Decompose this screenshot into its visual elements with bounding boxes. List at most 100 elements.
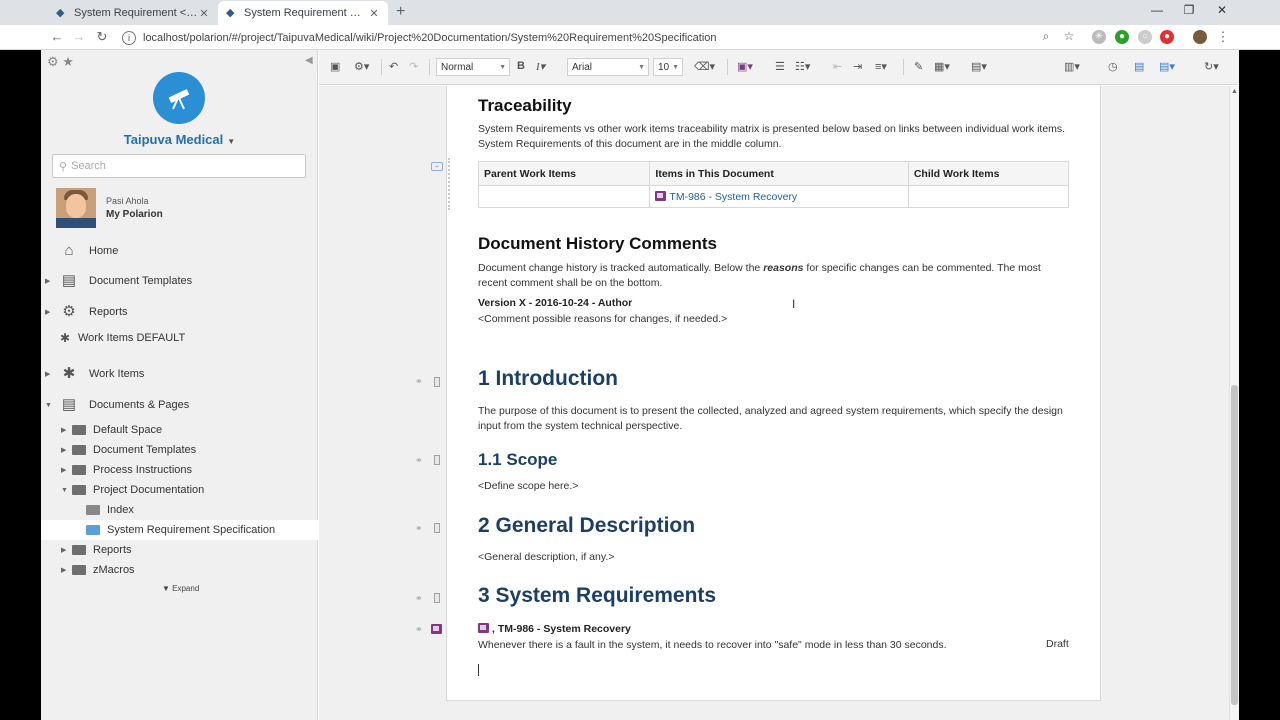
- block-marker[interactable]: [434, 377, 440, 387]
- bold-icon[interactable]: B: [517, 60, 525, 72]
- extension-icon[interactable]: ●: [1160, 30, 1174, 44]
- minimize-icon[interactable]: —: [1142, 3, 1172, 17]
- work-item-icon[interactable]: ▣▾: [737, 60, 753, 73]
- collapse-sidebar-icon[interactable]: ◀: [305, 55, 313, 66]
- user-panel[interactable]: Pasi Ahola My Polarion: [56, 188, 306, 230]
- bookmark-star-icon[interactable]: ☆: [1060, 29, 1078, 43]
- introduction-heading: 1 Introduction: [478, 367, 618, 390]
- eraser-icon[interactable]: ⌫▾: [694, 60, 715, 73]
- insert-image-icon[interactable]: ▦▾: [934, 60, 950, 73]
- project-logo[interactable]: [153, 72, 205, 124]
- outdent-icon[interactable]: ⇤: [833, 60, 842, 73]
- numbered-list-icon[interactable]: ☰: [775, 60, 785, 73]
- font-family-select[interactable]: Arial ▼: [567, 58, 649, 76]
- close-tab-icon[interactable]: ✕: [368, 7, 380, 20]
- folder-icon: [72, 425, 86, 435]
- gear-icon[interactable]: ⚙▾: [354, 60, 369, 73]
- work-item-icon[interactable]: [431, 624, 442, 634]
- block-marker[interactable]: [434, 593, 440, 603]
- history-icon[interactable]: ◷: [1108, 60, 1118, 73]
- settings-icon[interactable]: ⚙ ★: [47, 54, 74, 70]
- bullet-list-icon[interactable]: ☷▾: [795, 60, 810, 73]
- collapse-arrow-icon[interactable]: ▼: [45, 402, 52, 409]
- nav-label: Reports: [89, 306, 128, 318]
- nav-document-templates[interactable]: ▶ ▤ Document Templates: [41, 269, 318, 293]
- folder-icon: [72, 485, 86, 495]
- block-marker[interactable]: [434, 455, 440, 465]
- align-icon[interactable]: ≡▾: [875, 60, 887, 73]
- my-polarion-link[interactable]: My Polarion: [106, 209, 163, 220]
- link-icon[interactable]: ⚭: [415, 523, 423, 534]
- profile-avatar[interactable]: [1193, 30, 1207, 44]
- forward-icon[interactable]: →: [70, 29, 88, 44]
- save-icon[interactable]: ▣: [330, 60, 340, 73]
- link-icon[interactable]: ⚭: [415, 455, 423, 466]
- block-handle[interactable]: [448, 158, 452, 210]
- extension-icon[interactable]: ✳: [1092, 30, 1106, 44]
- italic-icon[interactable]: I▾: [536, 60, 545, 73]
- block-marker[interactable]: [434, 523, 440, 533]
- comment-icon[interactable]: ✎: [914, 60, 923, 73]
- close-window-icon[interactable]: ✕: [1207, 3, 1237, 17]
- nav-reports[interactable]: ▶ ⚙ Reports: [41, 300, 318, 324]
- project-name[interactable]: Taipuva Medical ▼: [41, 132, 318, 147]
- expand-arrow-icon[interactable]: ▶: [61, 466, 66, 474]
- expand-arrow-icon[interactable]: ▶: [45, 370, 50, 378]
- layout-icon[interactable]: ▥▾: [1064, 60, 1080, 73]
- table-icon[interactable]: ▤▾: [971, 60, 987, 73]
- nav-work-items-default[interactable]: ✱ Work Items DEFAULT: [41, 326, 318, 350]
- extension-icon[interactable]: ●: [1115, 30, 1129, 44]
- expand-chip-icon[interactable]: ⇔: [431, 162, 443, 171]
- document-icon: [86, 525, 100, 535]
- sidebar-toggle-icon[interactable]: ▤▾: [1159, 60, 1175, 73]
- close-tab-icon[interactable]: ✕: [198, 7, 210, 20]
- restore-icon[interactable]: ❐: [1174, 3, 1204, 17]
- expand-arrow-icon[interactable]: ▶: [45, 308, 50, 316]
- tree-item-zmacros[interactable]: ▶ zMacros: [41, 560, 318, 580]
- scrollbar-thumb[interactable]: [1231, 385, 1238, 705]
- tree-item-default-space[interactable]: ▶ Default Space: [41, 420, 318, 440]
- link-icon[interactable]: ⚭: [415, 593, 423, 604]
- url-field[interactable]: i localhost/polarion/#/project/TaipuvaMe…: [122, 28, 1082, 47]
- redo-icon[interactable]: ↷: [409, 60, 418, 73]
- tree-item-index[interactable]: Index: [41, 500, 318, 520]
- paragraph-style-select[interactable]: Normal ▼: [436, 58, 510, 76]
- nav-documents-and-pages[interactable]: ▼ ▤ Documents & Pages: [41, 393, 318, 417]
- indent-icon[interactable]: ⇥: [853, 60, 862, 73]
- new-tab-icon[interactable]: +: [396, 3, 405, 21]
- font-size-select[interactable]: 10 ▼: [653, 58, 683, 76]
- link-icon[interactable]: ⚭: [415, 624, 423, 635]
- browser-tab-specification[interactable]: ◆ System Requirement Specificatio... ✕: [218, 1, 388, 25]
- undo-icon[interactable]: ↶: [389, 60, 398, 73]
- extension-icon[interactable]: ○: [1138, 30, 1152, 44]
- expand-arrow-icon[interactable]: ▶: [61, 426, 66, 434]
- expand-arrow-icon[interactable]: ▶: [61, 446, 66, 454]
- collapse-arrow-icon[interactable]: ▼: [61, 487, 68, 494]
- nav-home[interactable]: ⌂ Home: [41, 239, 318, 263]
- info-icon[interactable]: i: [122, 30, 136, 45]
- refresh-icon[interactable]: ↻▾: [1204, 60, 1219, 73]
- tree-item-process-instructions[interactable]: ▶ Process Instructions: [41, 460, 318, 480]
- expand-arrow-icon[interactable]: ▶: [45, 277, 50, 285]
- table-row: TM-986 - System Recovery: [477, 185, 1070, 208]
- tree-item-system-requirement-specification[interactable]: System Requirement Specification: [41, 520, 318, 540]
- nav-work-items[interactable]: ▶ ✱ Work Items: [41, 362, 318, 386]
- tree-item-project-documentation[interactable]: ▼ Project Documentation: [41, 480, 318, 500]
- tree-item-reports[interactable]: ▶ Reports: [41, 540, 318, 560]
- zoom-icon[interactable]: ⌕: [1037, 29, 1055, 44]
- expand-tree-button[interactable]: ▼ Expand: [162, 584, 199, 593]
- search-input[interactable]: ⚲ Search: [52, 154, 306, 178]
- work-item-link[interactable]: TM-986 - System Recovery: [669, 191, 797, 203]
- status-badge[interactable]: Draft: [1046, 638, 1069, 650]
- back-icon[interactable]: ←: [48, 29, 66, 44]
- expand-arrow-icon[interactable]: ▶: [61, 566, 66, 574]
- browser-tab-work-item[interactable]: ◆ System Requirement < Work Ite... ✕: [48, 1, 218, 25]
- scroll-up-icon[interactable]: ▲: [1231, 88, 1238, 95]
- link-icon[interactable]: ⚭: [415, 376, 423, 387]
- outline-icon[interactable]: ▤: [1134, 60, 1144, 73]
- expand-arrow-icon[interactable]: ▶: [61, 546, 66, 554]
- requirement-title[interactable]: , TM-986 - System Recovery: [478, 623, 631, 635]
- reload-icon[interactable]: ↻: [93, 29, 111, 45]
- menu-icon[interactable]: ⋮: [1214, 29, 1232, 45]
- tree-item-document-templates[interactable]: ▶ Document Templates: [41, 440, 318, 460]
